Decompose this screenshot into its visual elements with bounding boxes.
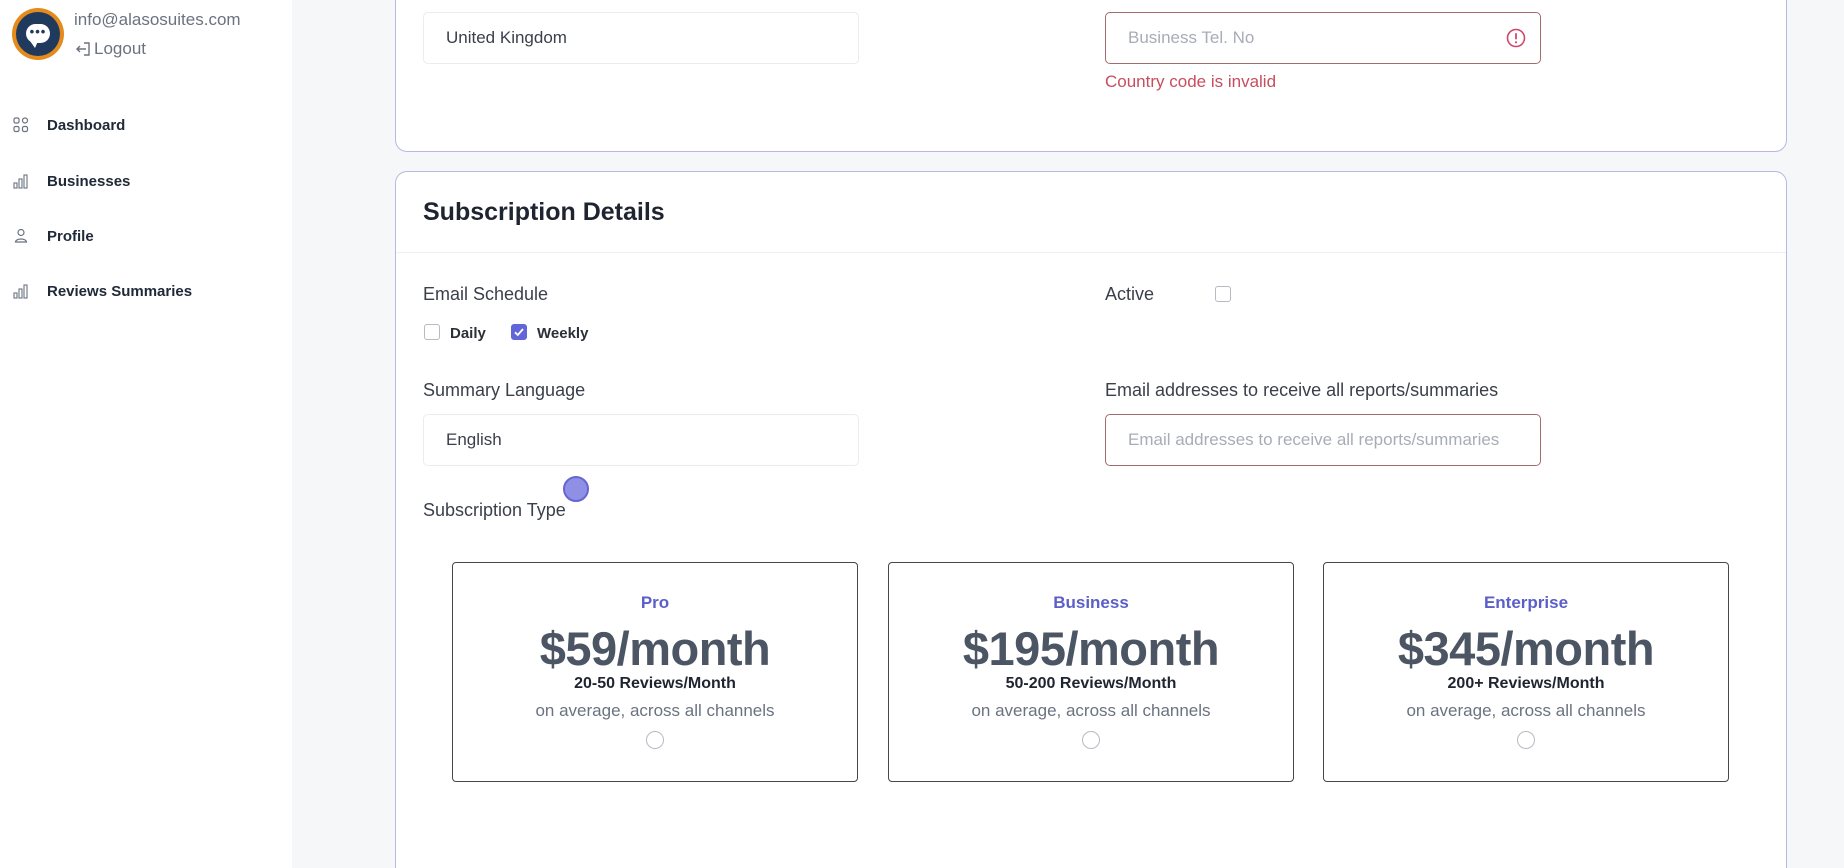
email-schedule-label: Email Schedule <box>423 284 549 304</box>
plan-radio-enterprise[interactable] <box>1517 731 1535 749</box>
checkmark-icon <box>514 328 524 337</box>
business-tel-placeholder: Business Tel. No <box>1128 28 1255 47</box>
plan-note: on average, across all channels <box>1406 701 1646 720</box>
plan-reviews: 50-200 Reviews/Month <box>1005 675 1177 692</box>
daily-checkbox[interactable] <box>424 324 440 340</box>
logout-icon <box>76 42 90 56</box>
plan-radio-pro[interactable] <box>646 731 664 749</box>
emails-placeholder: Email addresses to receive all reports/s… <box>1128 430 1500 449</box>
summary-language-label: Summary Language <box>423 380 586 400</box>
sidebar-item-reviews-summaries[interactable]: Reviews Summaries <box>0 271 292 311</box>
section-divider <box>396 252 1786 253</box>
sidebar-item-label: Dashboard <box>47 116 126 134</box>
plan-name: Pro <box>640 593 670 612</box>
sidebar-item-dashboard[interactable]: Dashboard <box>0 105 292 145</box>
active-label: Active <box>1105 284 1155 304</box>
active-checkbox[interactable] <box>1215 286 1231 302</box>
user-email: info@alasosuites.com <box>74 10 241 29</box>
summary-language-select[interactable]: English <box>423 414 859 466</box>
plan-name: Enterprise <box>1483 593 1569 612</box>
business-tel-input[interactable]: Business Tel. No <box>1105 12 1541 64</box>
cursor-indicator <box>563 476 589 502</box>
chat-bubble-icon: ••• <box>26 24 50 48</box>
plan-card-business[interactable]: Business $195/month 50-200 Reviews/Month… <box>888 562 1294 782</box>
plan-card-enterprise[interactable]: Enterprise $345/month 200+ Reviews/Month… <box>1323 562 1729 782</box>
plan-name: Business <box>1053 593 1129 612</box>
sidebar-item-label: Profile <box>47 227 94 245</box>
weekly-checkbox[interactable] <box>511 324 527 340</box>
section-title: Subscription Details <box>423 198 665 226</box>
plan-reviews: 20-50 Reviews/Month <box>574 675 736 692</box>
error-icon <box>1506 28 1526 48</box>
plan-card-pro[interactable]: Pro $59/month 20-50 Reviews/Month on ave… <box>452 562 858 782</box>
country-input[interactable]: United Kingdom <box>423 12 859 64</box>
sidebar-item-label: Businesses <box>47 172 131 190</box>
plan-reviews: 200+ Reviews/Month <box>1447 675 1605 692</box>
emails-label: Email addresses to receive all reports/s… <box>1105 380 1499 400</box>
sidebar-item-businesses[interactable]: Businesses <box>0 161 292 201</box>
bar-chart-icon <box>13 284 28 299</box>
plan-note: on average, across all channels <box>535 701 775 720</box>
plan-price: $195/month <box>962 622 1220 675</box>
grid-icon <box>13 117 29 133</box>
emails-input[interactable]: Email addresses to receive all reports/s… <box>1105 414 1541 466</box>
daily-label: Daily <box>450 325 486 342</box>
logout-label: Logout <box>94 39 146 58</box>
plan-price: $345/month <box>1397 622 1655 675</box>
tel-error-message: Country code is invalid <box>1105 72 1277 91</box>
avatar[interactable]: ••• <box>12 8 64 60</box>
subscription-type-label: Subscription Type <box>423 500 566 520</box>
person-icon <box>14 228 28 243</box>
plan-note: on average, across all channels <box>971 701 1211 720</box>
sidebar: ••• info@alasosuites.com Logout Dashboar… <box>0 0 292 868</box>
weekly-label: Weekly <box>537 325 589 342</box>
logout-link[interactable]: Logout <box>74 39 146 59</box>
plan-price: $59/month <box>539 622 771 675</box>
bar-chart-icon <box>13 174 28 189</box>
sidebar-item-profile[interactable]: Profile <box>0 216 292 256</box>
sidebar-item-label: Reviews Summaries <box>47 282 193 300</box>
plan-radio-business[interactable] <box>1082 731 1100 749</box>
